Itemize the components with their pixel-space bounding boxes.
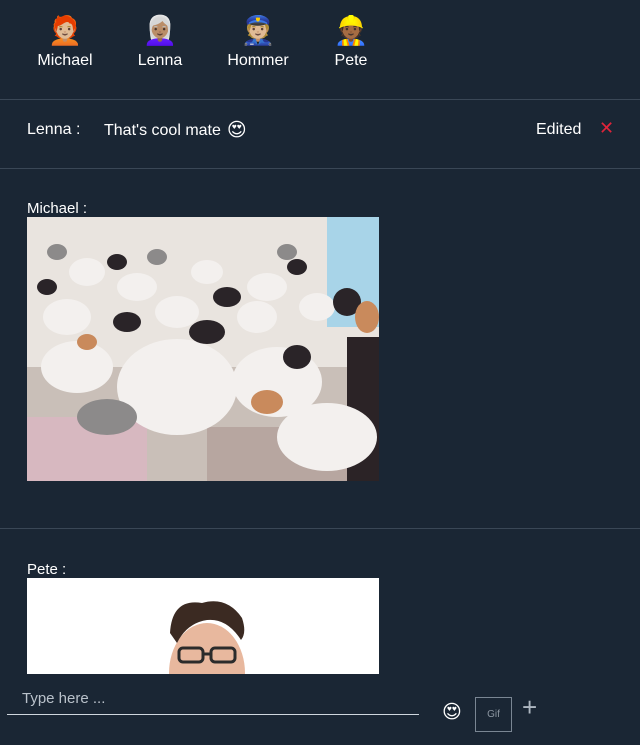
message-feed[interactable]: Michael : Pete: xyxy=(0,169,640,674)
construction-worker-icon: 👷🏾 xyxy=(333,14,369,47)
users-bar: 🧑🏼‍🦰 Michael 👩🏽‍🦳 Lenna 👮🏼 Hommer 👷🏾 Pet… xyxy=(0,0,640,100)
message-input[interactable] xyxy=(7,682,419,715)
message-text: That's cool mate 😍 xyxy=(104,119,247,142)
close-icon[interactable]: ✕ xyxy=(599,118,614,139)
red-haired-person-icon: 🧑🏼‍🦰 xyxy=(47,14,83,47)
message-composer: 😍 Gif + xyxy=(0,674,640,745)
police-officer-icon: 👮🏼 xyxy=(240,14,276,47)
emoji-picker-icon[interactable]: 😍 xyxy=(442,701,462,724)
heart-eyes-emoji-icon: 😍 xyxy=(226,120,247,141)
user-pete[interactable]: 👷🏾 Pete xyxy=(333,14,369,70)
post-sender: Michael : xyxy=(27,200,88,217)
chat-app: 🧑🏼‍🦰 Michael 👩🏽‍🦳 Lenna 👮🏼 Hommer 👷🏾 Pet… xyxy=(0,0,640,745)
post-sender: Pete : xyxy=(27,561,67,578)
user-michael[interactable]: 🧑🏼‍🦰 Michael xyxy=(37,14,93,70)
user-name: Pete xyxy=(334,52,368,69)
image-post: Pete : xyxy=(0,529,640,674)
white-haired-woman-icon: 👩🏽‍🦳 xyxy=(142,14,178,47)
edited-message-row: Lenna : That's cool mate 😍 Edited ✕ xyxy=(0,100,640,169)
user-name: Lenna xyxy=(137,52,183,69)
user-name: Hommer xyxy=(227,52,289,69)
user-lenna[interactable]: 👩🏽‍🦳 Lenna xyxy=(137,14,183,70)
message-text-content: That's cool mate xyxy=(104,121,221,139)
man-photo xyxy=(27,578,379,674)
message-sender: Lenna : xyxy=(27,121,81,138)
cats-photo xyxy=(27,217,379,481)
user-hommer[interactable]: 👮🏼 Hommer xyxy=(226,14,290,70)
gif-button[interactable]: Gif xyxy=(475,697,512,732)
image-post: Michael : xyxy=(0,169,640,529)
plus-icon[interactable]: + xyxy=(522,694,537,720)
edited-label: Edited xyxy=(536,121,582,138)
user-name: Michael xyxy=(37,52,93,69)
